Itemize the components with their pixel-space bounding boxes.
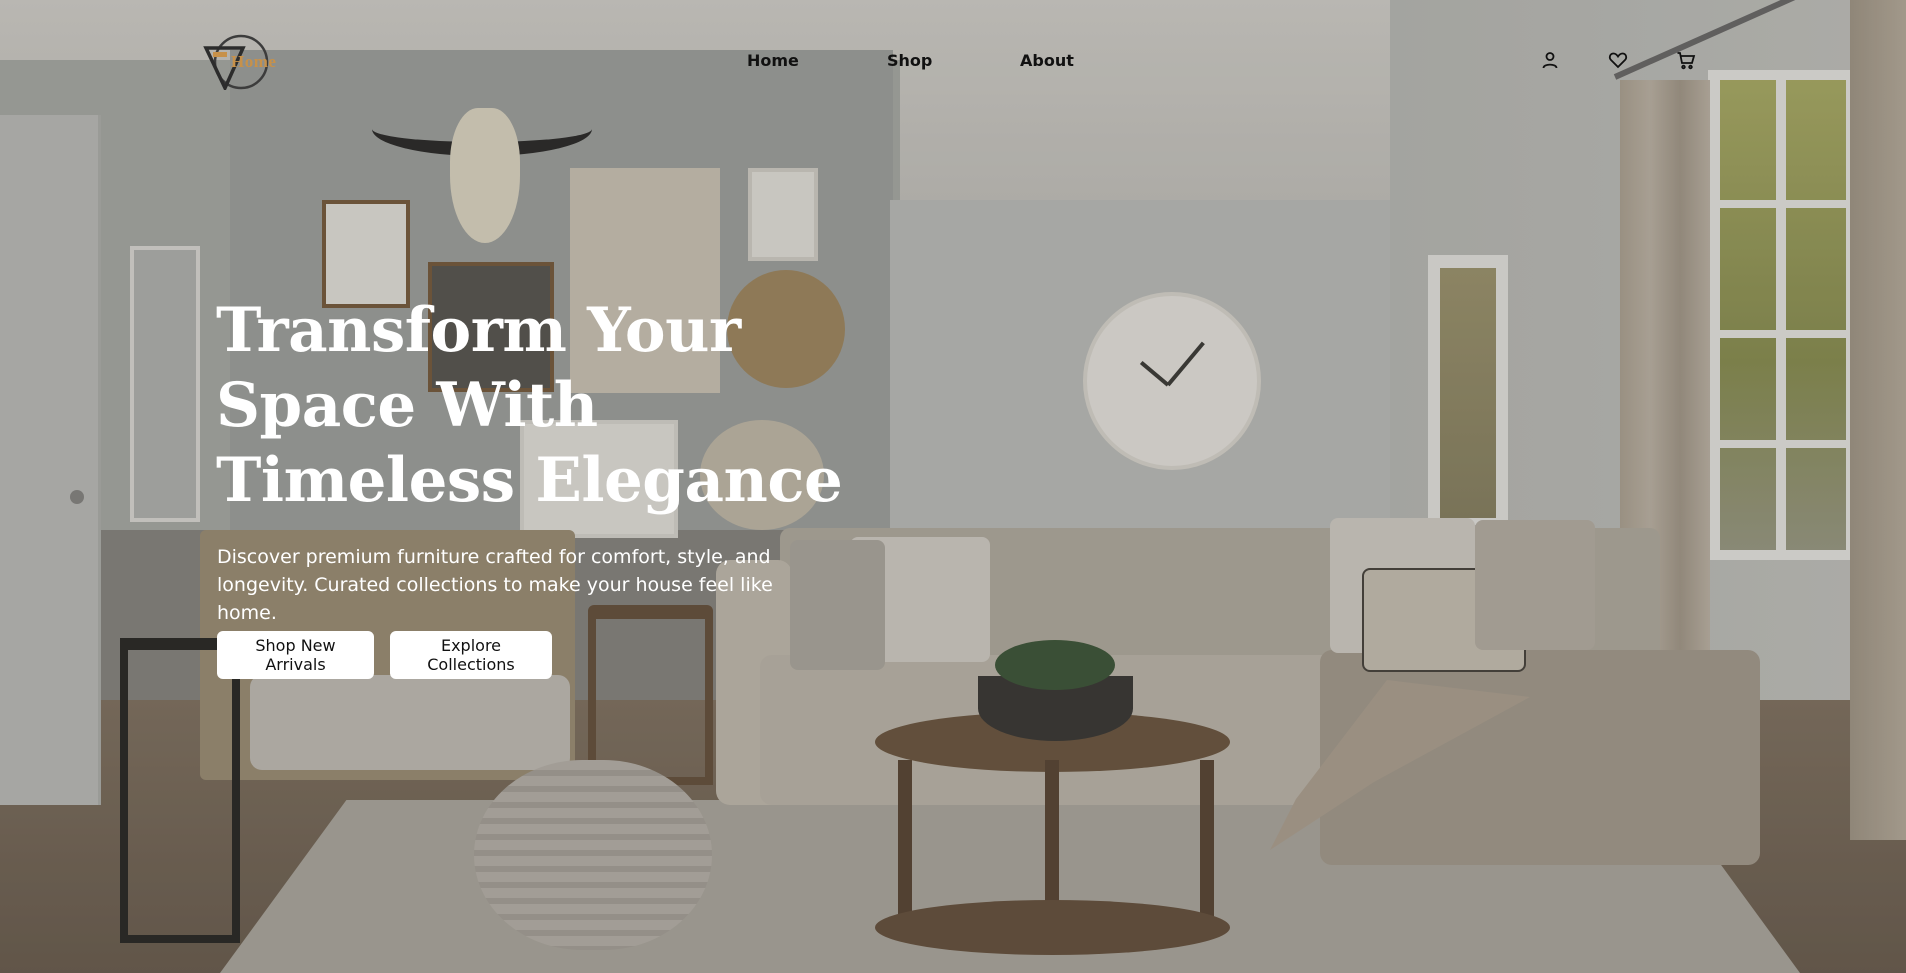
brand-logo-text: Home — [231, 52, 277, 71]
nav-home-link[interactable]: Home — [747, 51, 799, 70]
nav-shop-link[interactable]: Shop — [887, 51, 932, 70]
site-header: Home Home Shop About — [0, 0, 1906, 110]
shop-new-arrivals-button[interactable]: Shop New Arrivals — [217, 631, 374, 679]
nav-about-link[interactable]: About — [1020, 51, 1074, 70]
cart-icon[interactable] — [1674, 48, 1698, 72]
hero-title: Transform Your Space With Timeless Elega… — [216, 295, 843, 516]
heart-icon[interactable] — [1606, 48, 1630, 72]
hero-subtitle: Discover premium furniture crafted for c… — [217, 546, 773, 624]
user-icon[interactable] — [1538, 48, 1562, 72]
explore-collections-button[interactable]: Explore Collections — [390, 631, 552, 679]
